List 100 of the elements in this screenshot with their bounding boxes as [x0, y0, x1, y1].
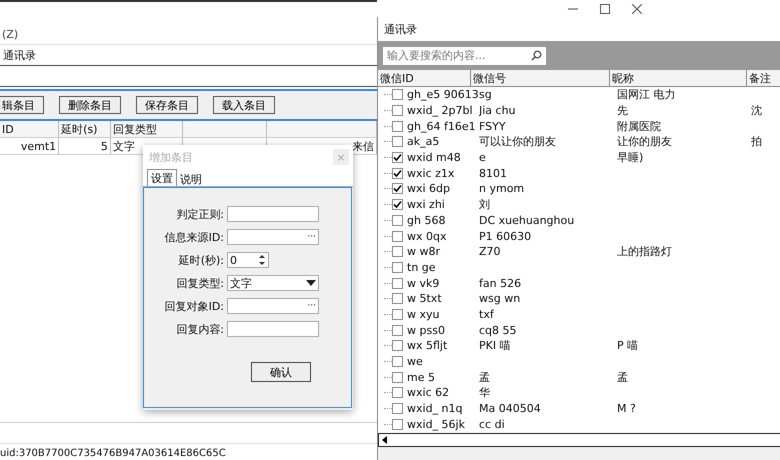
table-cell-text: 早睡)	[617, 150, 644, 166]
table-cell-text: w xyu	[407, 308, 440, 321]
table-cell-text: wxid_ n1q	[407, 402, 464, 416]
field-label: 回复类型:	[175, 276, 225, 290]
checkbox[interactable]	[392, 105, 403, 116]
toolbar-button[interactable]: 载入条目	[213, 96, 275, 114]
checkbox[interactable]	[392, 372, 403, 383]
table-cell-text: wxid m48	[407, 151, 462, 164]
checkbox[interactable]	[392, 278, 403, 289]
toolbar-button[interactable]: 删除条目	[59, 96, 121, 114]
table-cell-text: 可以让你的朋友	[479, 134, 557, 150]
checkbox[interactable]	[392, 340, 403, 352]
table-cell-text: 附属医院	[617, 118, 662, 134]
table-cell-text: we	[407, 355, 424, 368]
field-label: 回复内容:	[175, 322, 225, 336]
contact-field[interactable]: 通讯录	[0, 46, 377, 64]
field-label: 信息来源ID:	[164, 230, 225, 244]
table-cell-text: M ?	[617, 402, 637, 416]
table-cell-text: P1 60630	[479, 230, 532, 243]
column-header[interactable]: 昵称	[610, 70, 747, 86]
checkbox[interactable]	[392, 324, 403, 336]
table-cell-text: PKI 喵	[479, 338, 512, 354]
table-cell-text: wxid_ 56jk	[407, 418, 466, 431]
table-cell-text: me 5	[407, 370, 436, 384]
checkbox[interactable]	[392, 262, 403, 273]
scroll-left-icon[interactable]	[382, 436, 388, 444]
table-cell-text: wx 0qx	[407, 230, 448, 243]
table-cell-text: wx 5fljt	[407, 339, 448, 352]
table-cell-text: wxi zhi	[407, 198, 446, 212]
table-cell-text: gh_64 f16e1	[407, 120, 477, 133]
column-header[interactable]: 微信号	[471, 70, 610, 86]
checkbox[interactable]	[392, 403, 403, 414]
menu-hint: (Z)	[2, 28, 18, 40]
dropdown-arrow-icon[interactable]	[306, 280, 316, 286]
table-cell-text: ak_a5	[407, 135, 440, 148]
table-cell-text: 沈	[751, 103, 763, 118]
checkbox[interactable]	[392, 136, 403, 148]
checkbox[interactable]	[392, 168, 403, 179]
checkbox[interactable]	[392, 418, 403, 430]
toolbar-button[interactable]: 保存条目	[136, 96, 198, 114]
table-cell-text: wxi 6dp	[407, 182, 452, 196]
table-cell-text: 上的指路灯	[617, 244, 673, 260]
table-cell-text: P 喵	[617, 338, 640, 354]
checkbox[interactable]	[392, 214, 403, 226]
checkbox[interactable]	[392, 199, 403, 210]
field-label: 延时(秒):	[178, 252, 225, 268]
table-cell-text: gh 568	[407, 214, 446, 227]
table-cell: vemt1	[0, 138, 60, 154]
checkbox[interactable]	[392, 246, 403, 258]
column-header[interactable]: 延时(s)	[59, 121, 111, 137]
checkbox[interactable]	[392, 308, 403, 320]
table-cell: 5	[59, 138, 111, 154]
table-cell-text: wxic 62	[407, 386, 450, 400]
window-title: 通讯录	[383, 22, 418, 38]
close-icon[interactable]	[632, 4, 642, 14]
table-cell-text: 孟	[479, 370, 491, 385]
table-cell-text: DC xuehuanghou	[479, 214, 576, 227]
table-cell-text: cc di	[479, 418, 506, 431]
checkbox[interactable]	[392, 183, 403, 194]
table-cell-text: 拍	[751, 134, 763, 150]
table-cell-text: 国网江 电力	[617, 87, 676, 102]
checkbox[interactable]	[392, 152, 403, 164]
toolbar-button[interactable]: 辑条目	[0, 96, 44, 114]
table-cell-text: w 5txt	[407, 292, 443, 306]
table-cell-text: wsg wn	[479, 292, 522, 306]
checkbox[interactable]	[392, 356, 403, 368]
column-header[interactable]: 微信ID	[378, 70, 471, 86]
checkbox[interactable]	[392, 230, 403, 242]
table-cell-text: 8101	[479, 166, 508, 180]
table-cell: gh_e5 90613	[407, 88, 479, 102]
checkbox[interactable]	[392, 387, 403, 398]
table-cell-text: tn ge	[407, 260, 437, 274]
input-field[interactable]	[227, 321, 319, 337]
field-label: 回复对象ID:	[164, 298, 225, 314]
table-cell-text: 华	[479, 385, 491, 400]
search-icon[interactable]	[531, 50, 542, 61]
table-cell-text: 刘	[479, 197, 491, 212]
table-cell-text: n ymom	[479, 182, 526, 196]
table-cell-text: cq8 55	[479, 324, 518, 337]
table-cell-text: Z70	[479, 245, 502, 258]
checkbox[interactable]	[392, 293, 403, 304]
table-cell-text: wxid_ 2p7bl	[407, 104, 474, 118]
table-cell-text: Ma 040504	[479, 402, 542, 416]
checkbox[interactable]	[392, 89, 403, 100]
column-header[interactable]: ID	[0, 121, 60, 137]
table-cell-text: e	[479, 151, 487, 164]
table-cell-text: wxic z1x	[407, 166, 456, 180]
field-label: 判定正则:	[175, 206, 225, 222]
table-cell-text: txf	[479, 308, 495, 321]
table-cell-text: 让你的朋友	[617, 134, 673, 150]
search-field[interactable]: 输入要搜索的内容...	[383, 46, 546, 64]
column-header[interactable]: 备注	[747, 70, 780, 86]
input-field[interactable]	[227, 206, 319, 222]
table-cell-text: w vk9	[407, 276, 440, 290]
table-cell-text: sg	[479, 88, 493, 102]
maximize-icon[interactable]	[600, 4, 610, 14]
checkbox[interactable]	[392, 120, 403, 132]
table-cell-text: fan 526	[479, 276, 522, 290]
table-cell-text: FSYY	[479, 120, 507, 133]
column-header[interactable]: 回复类型	[110, 121, 184, 137]
